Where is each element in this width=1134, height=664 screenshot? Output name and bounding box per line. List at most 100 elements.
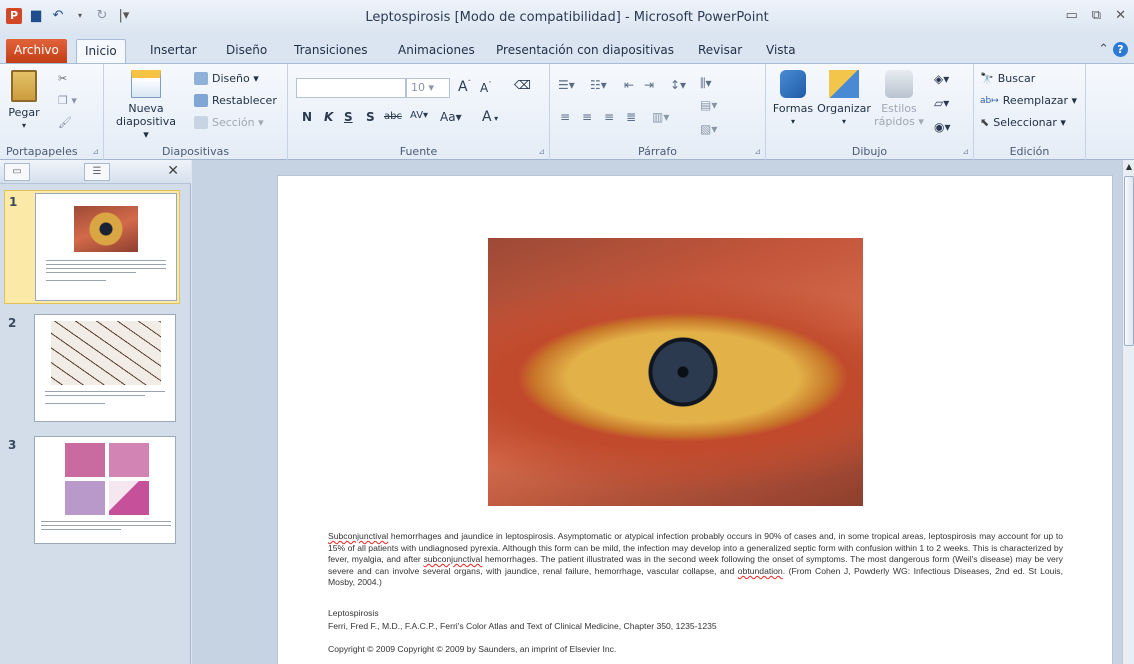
slides-pane-header: ▭ ☰ ✕ (0, 160, 191, 184)
title-bar: P ▆ ↶ ▾ ↻ |▾ Leptospirosis [Modo de comp… (0, 0, 1134, 34)
minimize-ribbon-icon[interactable]: ⌃ (1098, 42, 1109, 57)
tab-vista[interactable]: Vista (758, 39, 804, 63)
organizar-button[interactable]: Organizar ▾ (816, 70, 872, 128)
bullets-icon[interactable]: ☰▾ (558, 78, 575, 92)
seccion-button[interactable]: Sección ▾ (194, 116, 264, 129)
increase-indent-icon[interactable]: ⇥ (644, 78, 654, 92)
line-spacing-icon[interactable]: ↕▾ (670, 78, 686, 92)
ribbon-help: ⌃? (1098, 42, 1128, 57)
align-center-icon[interactable]: ≡ (582, 110, 592, 124)
reemplazar-button[interactable]: ab↦ Reemplazar ▾ (980, 94, 1077, 107)
tab-archivo[interactable]: Archivo (6, 39, 67, 63)
pegar-dropdown-icon: ▾ (21, 121, 26, 130)
slide-thumbnail-2[interactable]: 2 (4, 312, 180, 426)
replace-icon: ab↦ (980, 95, 999, 106)
close-window-icon[interactable]: ✕ (1115, 8, 1126, 23)
copyright-line: Copyright © 2009 Copyright © 2009 by Sau… (328, 644, 617, 654)
font-color-button[interactable]: A ▾ (482, 109, 498, 125)
decrease-indent-icon[interactable]: ⇤ (624, 78, 634, 92)
char-spacing-label: AV (410, 110, 424, 121)
tab-presentacion[interactable]: Presentación con diapositivas (488, 39, 682, 63)
buscar-button[interactable]: 🔭 Buscar (980, 72, 1035, 85)
underline-button[interactable]: S (344, 110, 353, 124)
portapapeles-launcher-icon[interactable]: ⊿ (92, 147, 99, 156)
grow-font-icon[interactable]: Aˆ (458, 79, 471, 95)
shadow-button[interactable]: S (366, 110, 375, 124)
smartart-icon[interactable]: ▧▾ (700, 122, 717, 136)
fuente-label: Fuente (399, 145, 438, 158)
group-parrafo: ☰▾ ☷▾ ⇤ ⇥ ↕▾ ⫼▾ ▤▾ ≡ ≡ ≡ ≣ ▥▾ ▧▾ Párrafo… (550, 64, 766, 160)
shrink-font-icon[interactable]: Aˇ (480, 81, 492, 95)
tab-transiciones[interactable]: Transiciones (286, 39, 376, 63)
seleccionar-label: Seleccionar ▾ (993, 116, 1066, 129)
formas-button[interactable]: Formas ▾ (770, 70, 816, 128)
pegar-button[interactable]: Pegar ▾ (6, 70, 42, 132)
slides-tab-icon[interactable]: ▭ (4, 163, 30, 181)
shape-outline-icon[interactable]: ▱▾ (934, 96, 949, 110)
restore-icon[interactable]: ⧉ (1092, 8, 1101, 23)
clear-format-icon[interactable]: ⌫ (514, 78, 531, 92)
align-right-icon[interactable]: ≡ (604, 110, 614, 124)
cut-button[interactable]: ✂ (58, 72, 67, 85)
seccion-label: Sección ▾ (212, 116, 264, 129)
tab-revisar[interactable]: Revisar (690, 39, 750, 63)
scroll-up-icon[interactable]: ▲ (1124, 162, 1134, 172)
slide-caption[interactable]: Subconjunctival hemorrhages and jaundice… (328, 531, 1063, 589)
diseno-layout-button[interactable]: Diseño ▾ (194, 72, 259, 85)
scissors-icon: ✂ (58, 72, 68, 85)
caption-part: Subconjunctival (328, 531, 389, 541)
group-diapositivas: Nueva diapositiva ▾ Diseño ▾ Restablecer… (104, 64, 288, 160)
char-spacing-button[interactable]: AV▾ (410, 110, 428, 121)
tab-animaciones[interactable]: Animaciones (390, 39, 483, 63)
close-pane-icon[interactable]: ✕ (167, 163, 179, 179)
window-title: Leptospirosis [Modo de compatibilidad] -… (365, 10, 769, 25)
slide-number: 1 (9, 195, 18, 209)
seleccionar-button[interactable]: ⬉ Seleccionar ▾ (980, 116, 1066, 129)
strikethrough-button[interactable]: abc (384, 111, 402, 122)
estilos-rapidos-button[interactable]: Estilos rápidos ▾ (874, 70, 924, 128)
reference-line: Ferri, Fred F., M.D., F.A.C.P., Ferri's … (328, 621, 717, 631)
copy-button[interactable]: ❐ ▾ (58, 94, 77, 107)
slide-thumbnail-3[interactable]: 3 (4, 434, 180, 548)
change-case-button[interactable]: Aa▾ (440, 110, 462, 124)
font-name-combo[interactable] (296, 78, 406, 98)
copy-icon: ❐ ▾ (58, 94, 77, 107)
parrafo-launcher-icon[interactable]: ⊿ (754, 147, 761, 156)
edicion-label: Edición (1009, 145, 1050, 158)
change-case-label: Aa (440, 110, 456, 124)
italic-button[interactable]: K (324, 110, 333, 124)
reference-title: Leptospirosis (328, 608, 379, 618)
font-size-combo[interactable]: 10 ▾ (406, 78, 450, 98)
restablecer-button[interactable]: Restablecer (194, 94, 277, 107)
paste-icon (11, 70, 37, 102)
slide-thumbnail-1[interactable]: 1 (4, 190, 180, 304)
align-text-icon[interactable]: ▤▾ (700, 98, 717, 112)
vertical-scrollbar[interactable]: ▲ (1122, 160, 1134, 664)
text-direction-icon[interactable]: ⫼▾ (700, 76, 712, 91)
current-slide[interactable]: Subconjunctival hemorrhages and jaundice… (278, 176, 1112, 664)
window-controls: ▭ ⧉ ✕ (1066, 8, 1127, 23)
shape-fill-icon[interactable]: ◈▾ (934, 72, 949, 86)
dibujo-label: Dibujo (851, 145, 888, 158)
group-edicion: 🔭 Buscar ab↦ Reemplazar ▾ ⬉ Seleccionar ▾ E… (974, 64, 1086, 160)
formas-dropdown-icon: ▾ (790, 117, 795, 126)
arrange-icon (829, 70, 859, 98)
format-painter-button[interactable]: 🖌 (58, 116, 72, 129)
nueva-diapositiva-button[interactable]: Nueva diapositiva ▾ (114, 70, 178, 141)
numbering-icon[interactable]: ☷▾ (590, 78, 607, 92)
tab-inicio[interactable]: Inicio (76, 39, 126, 63)
fuente-launcher-icon[interactable]: ⊿ (538, 147, 545, 156)
tab-diseno[interactable]: Diseño (218, 39, 275, 63)
align-left-icon[interactable]: ≡ (560, 110, 570, 124)
dibujo-launcher-icon[interactable]: ⊿ (962, 147, 969, 156)
scroll-thumb[interactable] (1124, 176, 1134, 346)
columns-icon[interactable]: ▥▾ (652, 110, 669, 124)
outline-tab-icon[interactable]: ☰ (84, 163, 110, 181)
bold-button[interactable]: N (302, 110, 312, 124)
minimize-icon[interactable]: ▭ (1066, 8, 1078, 23)
tab-insertar[interactable]: Insertar (142, 39, 205, 63)
justify-icon[interactable]: ≣ (626, 110, 636, 124)
eye-photo[interactable] (488, 238, 863, 506)
help-icon[interactable]: ? (1113, 42, 1128, 57)
shape-effects-icon[interactable]: ◉▾ (934, 120, 951, 134)
